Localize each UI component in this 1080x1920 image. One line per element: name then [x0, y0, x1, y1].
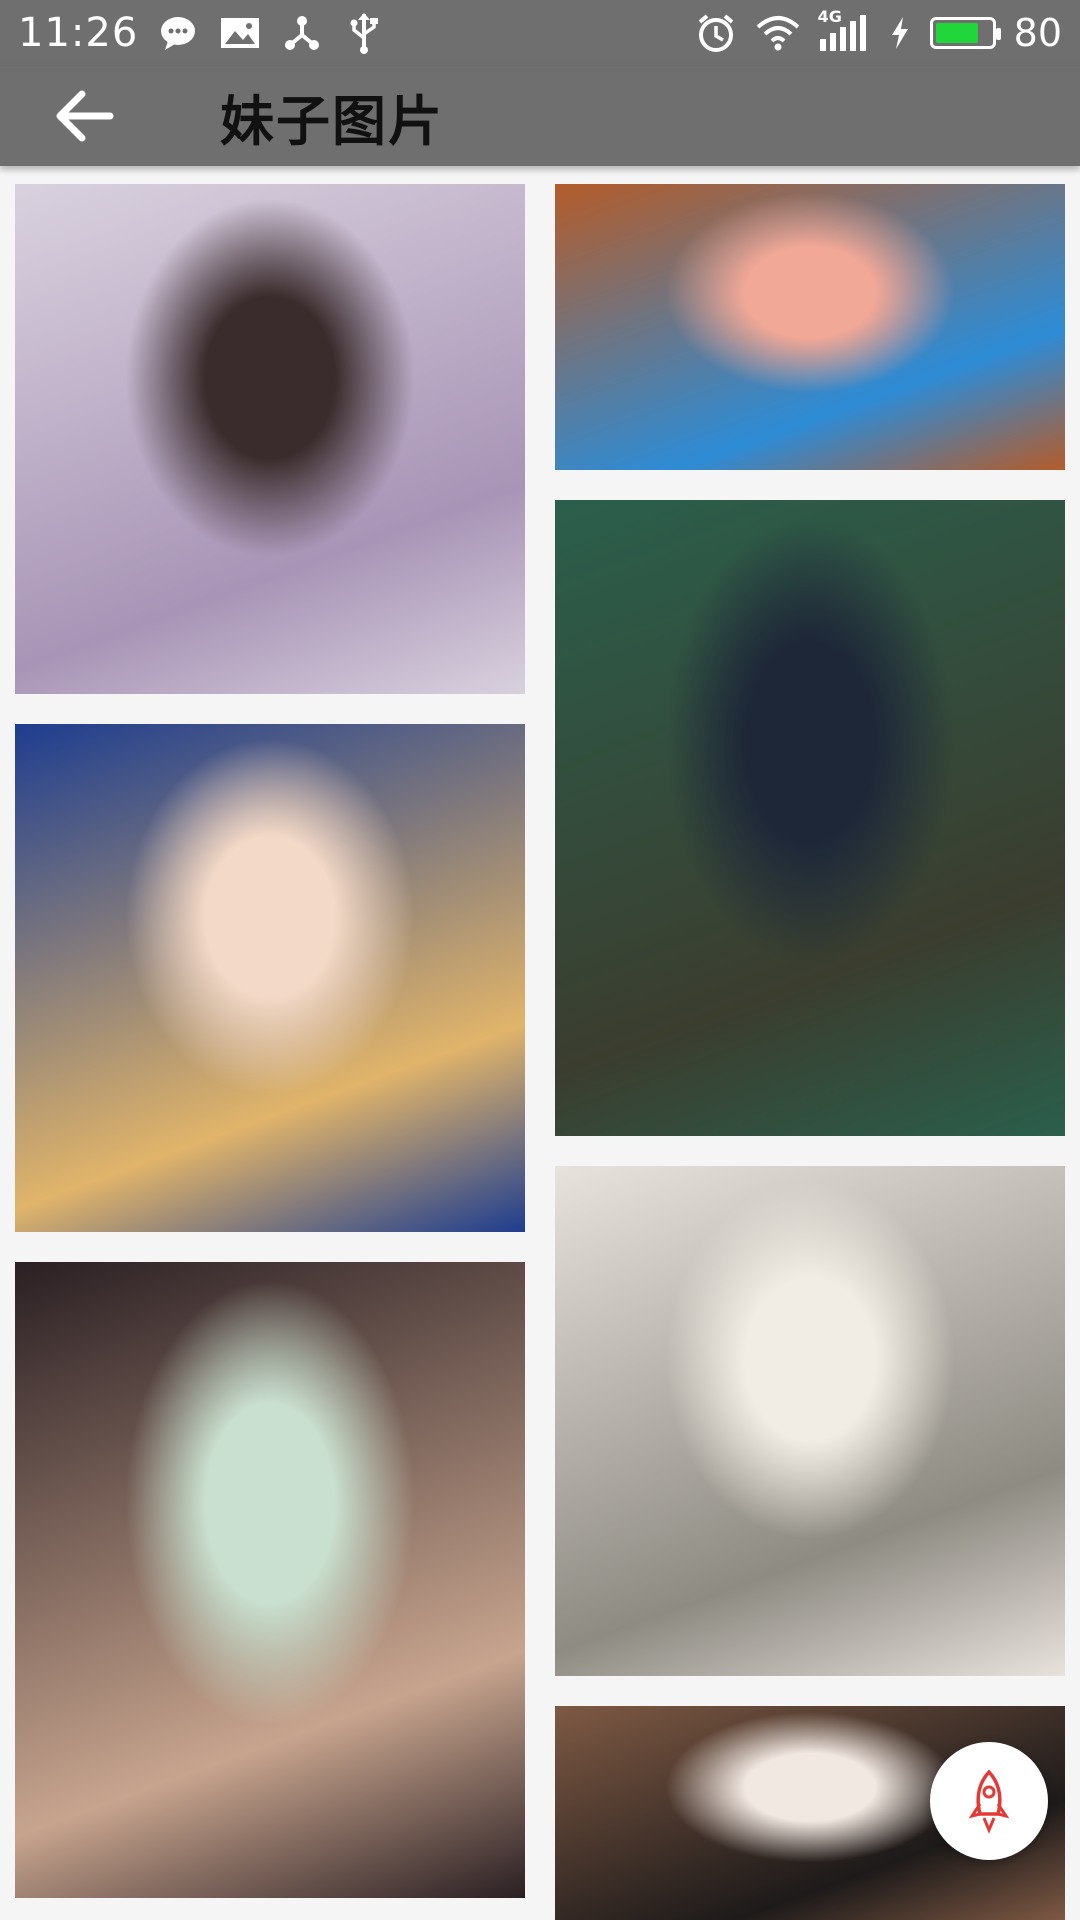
rocket-icon [968, 1769, 1010, 1834]
status-bar: 11:26 4G 80 [0, 0, 1080, 66]
network-type-label: 4G [817, 7, 842, 26]
page-title: 妹子图片 [220, 89, 444, 153]
status-time: 11:26 [18, 10, 139, 56]
photo-girl-cat-whiskers-filter[interactable] [15, 1262, 525, 1898]
charging-icon [888, 11, 912, 55]
scroll-to-top-button[interactable] [930, 1742, 1048, 1860]
alarm-icon [694, 11, 738, 55]
photo-girl-bear-hood-collage[interactable] [15, 724, 525, 1232]
usb-icon [342, 11, 386, 55]
battery-percent: 80 [1013, 11, 1062, 55]
photo-girl-trench-coat-phone-booth[interactable] [555, 500, 1065, 1136]
battery-fill [935, 23, 978, 43]
image-icon [218, 11, 262, 55]
photo-girl-lilac-sweater[interactable] [15, 184, 525, 694]
photo-girl-kimono-fishing-game[interactable] [555, 184, 1065, 470]
chat-bubble-icon [156, 11, 200, 55]
signal-icon: 4G [817, 7, 870, 55]
share-network-icon [280, 11, 324, 55]
wifi-icon [756, 11, 800, 55]
app-toolbar: 妹子图片 [0, 66, 1080, 166]
photo-girl-mask-mirror-selfie[interactable] [555, 1166, 1065, 1676]
battery-icon [929, 17, 1001, 49]
photo-grid [0, 166, 1080, 1920]
back-button[interactable] [24, 66, 144, 166]
arrow-left-icon [56, 90, 114, 142]
